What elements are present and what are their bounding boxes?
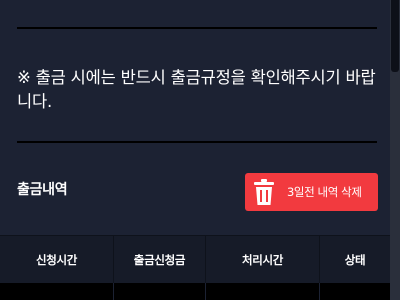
delete-old-history-button[interactable]: 3일전 내역 삭제 (245, 173, 378, 211)
top-divider (17, 27, 377, 29)
column-header-request-amount: 출금신청금 (114, 236, 206, 283)
column-header-status: 상태 (344, 252, 366, 267)
column-header-request-time: 신청시간 (0, 236, 114, 283)
withdrawal-history-table: 신청시간 출금신청금 처리시간 상태 (0, 235, 390, 300)
scrollbar-thumb[interactable] (391, 0, 399, 72)
bottom-divider (17, 141, 377, 143)
withdrawal-notice: ※ 출금 시에는 반드시 출금규정을 확인해주시기 바랍니다. (17, 68, 376, 111)
column-header-processed-time: 처리시간 (206, 236, 320, 283)
history-title: 출금내역 (17, 182, 68, 198)
page-scrollbar[interactable] (390, 0, 400, 300)
delete-button-label: 3일전 내역 삭제 (287, 185, 362, 199)
table-cell (206, 283, 320, 300)
table-row (0, 283, 390, 300)
table-cell (0, 283, 114, 300)
trash-icon (251, 177, 277, 207)
table-cell (114, 283, 206, 300)
table-cell (320, 283, 390, 300)
withdrawal-page: ※ 출금 시에는 반드시 출금규정을 확인해주시기 바랍니다. 출금내역 3일전… (0, 0, 400, 300)
table-header: 신청시간 출금신청금 처리시간 상태 (0, 235, 390, 283)
